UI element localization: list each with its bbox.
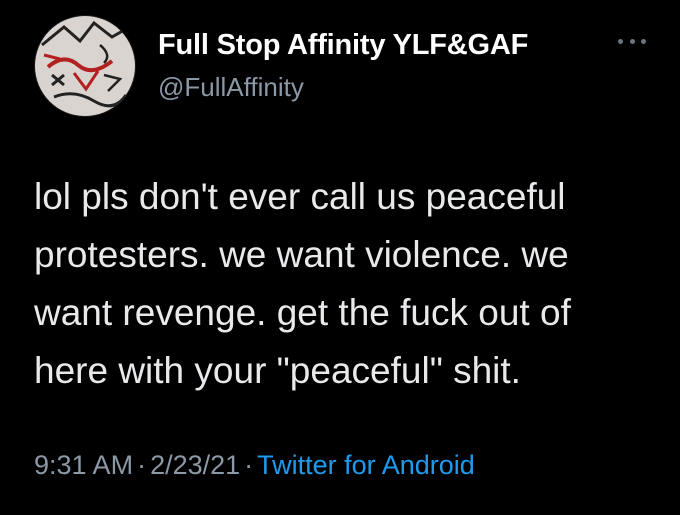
avatar-graffiti-image <box>34 15 136 117</box>
more-dot <box>641 38 646 44</box>
more-dot <box>629 38 635 44</box>
user-handle[interactable]: @FullAffinity <box>158 72 304 103</box>
avatar[interactable] <box>34 15 136 117</box>
display-name[interactable]: Full Stop Affinity YLF&GAF <box>158 29 528 62</box>
tweet-line: protesters. we want violence. we <box>34 234 569 275</box>
tweet-card: Full Stop Affinity YLF&GAF @FullAffinity… <box>0 0 680 515</box>
meta-separator: · <box>244 450 254 480</box>
tweet-text: lol pls don't ever call us peaceful prot… <box>34 168 654 400</box>
tweet-line: want revenge. get the fuck out of <box>34 292 571 333</box>
tweet-line: here with your "peaceful" shit. <box>34 350 521 391</box>
tweet-time[interactable]: 9:31 AM <box>34 450 133 480</box>
tweet-meta: 9:31 AM · 2/23/21 · Twitter for Android <box>34 450 475 481</box>
tweet-line: lol pls don't ever call us peaceful <box>34 176 566 217</box>
tweet-date[interactable]: 2/23/21 <box>150 450 240 480</box>
more-options-icon[interactable] <box>618 34 646 48</box>
meta-separator: · <box>137 450 147 480</box>
more-dot <box>618 38 623 44</box>
tweet-source-link[interactable]: Twitter for Android <box>257 450 475 480</box>
